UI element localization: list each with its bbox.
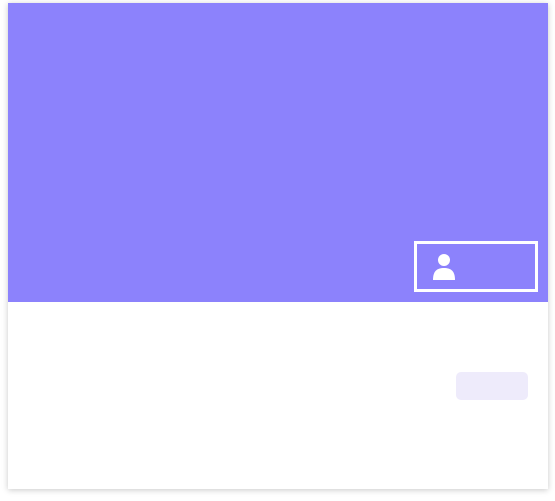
action-button[interactable] bbox=[456, 372, 528, 400]
user-icon bbox=[431, 253, 457, 281]
content-area bbox=[8, 302, 548, 489]
user-account-button[interactable] bbox=[414, 241, 538, 292]
hero-banner bbox=[8, 3, 548, 302]
main-card bbox=[8, 3, 548, 489]
